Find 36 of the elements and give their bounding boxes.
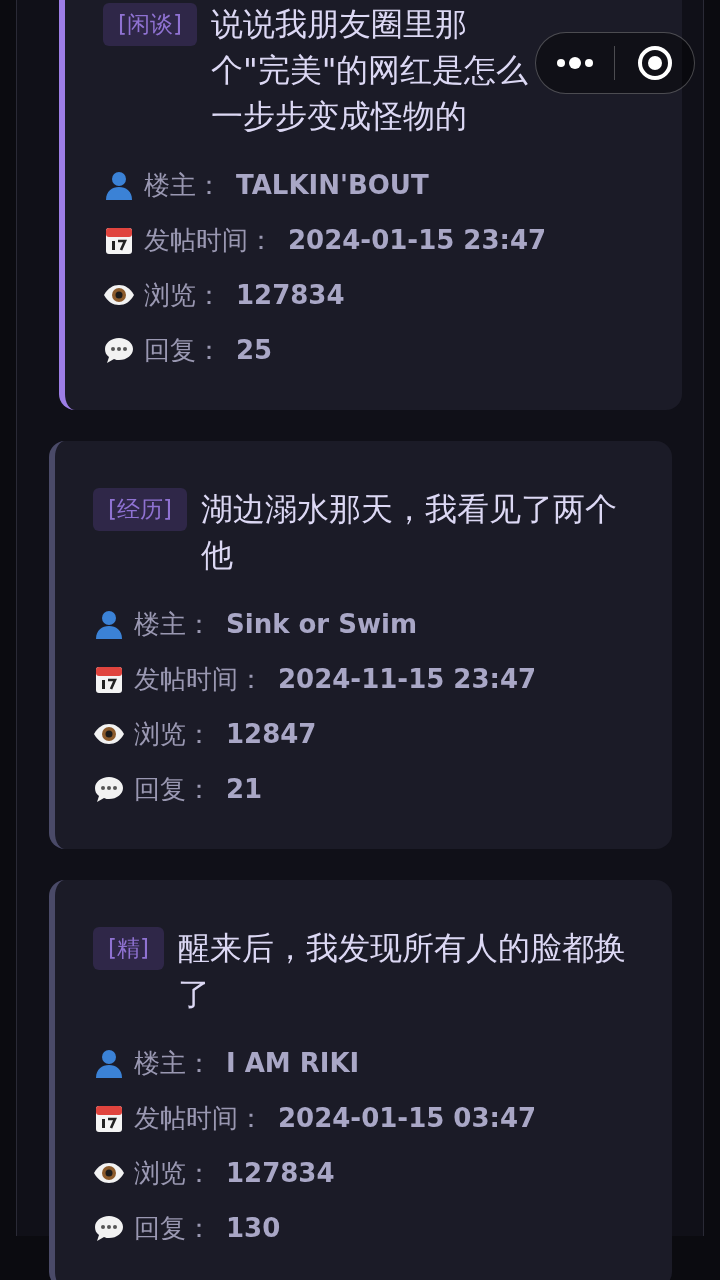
- meta-label: 浏览：: [134, 1156, 212, 1190]
- category-tag: [闲谈]: [103, 3, 197, 46]
- post-card[interactable]: [闲谈] 说说我朋友圈里那个"完美"的网红是怎么一步步变成怪物的 楼主： TALKIN'BOUT 发帖时间： 2024-01-15 23:47 浏览： 127834 回复： 25: [59, 0, 682, 410]
- meta-value: 2024-11-15 23:47: [278, 662, 537, 696]
- meta-label: 发帖时间：: [134, 1101, 264, 1135]
- meta-value: 127834: [236, 278, 345, 312]
- meta-value: 21: [226, 772, 263, 806]
- person-icon: [93, 608, 125, 640]
- post-title: 湖边溺水那天，我看见了两个他: [200, 489, 618, 576]
- meta-value: 130: [226, 1211, 281, 1245]
- meta-label: 浏览：: [144, 278, 222, 312]
- meta-label: 楼主：: [134, 1046, 212, 1080]
- meta-value: 2024-01-15 23:47: [288, 223, 547, 257]
- meta-value: Sink or Swim: [226, 607, 417, 641]
- meta-value: 25: [236, 333, 273, 367]
- meta-label: 回复：: [144, 333, 222, 367]
- person-icon: [103, 169, 135, 201]
- category-tag: [经历]: [93, 488, 187, 531]
- post-card[interactable]: [经历] 湖边溺水那天，我看见了两个他 楼主： Sink or Swim 发帖时间： 2024-11-15 23:47 浏览： 12847 回复： 21: [49, 441, 672, 849]
- meta-label: 浏览：: [134, 717, 212, 751]
- meta-value: TALKIN'BOUT: [236, 168, 429, 202]
- meta-label: 回复：: [134, 1211, 212, 1245]
- meta-value: 2024-01-15 03:47: [278, 1101, 537, 1135]
- meta-label: 楼主：: [144, 168, 222, 202]
- meta-label: 回复：: [134, 772, 212, 806]
- category-tag: [精]: [93, 927, 164, 970]
- meta-value: 127834: [226, 1156, 335, 1190]
- post-title: 醒来后，我发现所有人的脸都换了: [177, 928, 627, 1015]
- person-icon: [93, 1047, 125, 1079]
- meta-value: 12847: [226, 717, 317, 751]
- meta-label: 楼主：: [134, 607, 212, 641]
- post-title: 说说我朋友圈里那个"完美"的网红是怎么一步步变成怪物的: [210, 4, 530, 137]
- meta-value: I AM RIKI: [226, 1046, 360, 1080]
- post-card[interactable]: [精] 醒来后，我发现所有人的脸都换了 楼主： I AM RIKI 发帖时间： 2024-01-15 03:47 浏览： 127834 回复： 130: [49, 880, 672, 1280]
- meta-label: 发帖时间：: [134, 662, 264, 696]
- meta-label: 发帖时间：: [144, 223, 274, 257]
